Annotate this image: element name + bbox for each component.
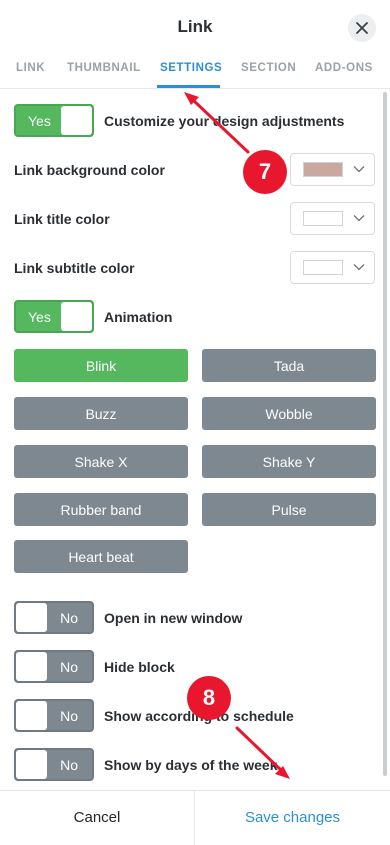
tab-link[interactable]: LINK [16,62,45,74]
link-bg-color-label: Link background color [14,162,165,178]
toggle-state-label: No [60,659,78,675]
save-changes-button[interactable]: Save changes [195,809,390,826]
animation-blink-button[interactable]: Blink [14,349,188,382]
customize-label: Customize your design adjustments [104,113,345,129]
link-subtitle-color-swatch [303,260,343,275]
chevron-down-icon [353,166,365,173]
animation-label: Animation [104,309,173,325]
link-title-color-swatch [303,211,343,226]
link-bg-color-swatch [303,162,343,177]
toggle-knob [16,701,47,730]
toggle-state-label: No [60,610,78,626]
toggle-state-label: Yes [28,309,51,325]
animation-toggle[interactable]: Yes [14,300,94,333]
annotation-badge-8: 8 [187,676,231,720]
chevron-down-icon [353,264,365,271]
tab-thumbnail[interactable]: THUMBNAIL [67,62,141,74]
days-of-week-toggle[interactable]: No [14,748,94,781]
animation-shake-x-button[interactable]: Shake X [14,445,188,478]
scrollbar-thumb[interactable] [383,92,387,776]
toggle-knob [61,302,92,331]
cancel-button[interactable]: Cancel [0,809,194,826]
customize-toggle[interactable]: Yes [14,104,94,137]
link-title-color-picker[interactable] [290,202,375,235]
dialog-footer: Cancel Save changes [0,790,390,845]
hide-block-label: Hide block [104,659,175,675]
tab-section[interactable]: SECTION [241,62,296,74]
toggle-state-label: Yes [28,113,51,129]
days-of-week-label: Show by days of the week [104,757,278,773]
tab-bar: LINK THUMBNAIL SETTINGS SECTION ADD-ONS [0,56,390,89]
animation-heart-beat-button[interactable]: Heart beat [14,540,188,573]
toggle-state-label: No [60,757,78,773]
animation-wobble-button[interactable]: Wobble [202,397,376,430]
animation-shake-y-button[interactable]: Shake Y [202,445,376,478]
hide-block-toggle[interactable]: No [14,650,94,683]
close-icon [356,22,368,34]
dialog-title: Link [177,17,213,36]
toggle-knob [16,603,47,632]
close-button[interactable] [348,14,376,42]
link-subtitle-color-picker[interactable] [290,251,375,284]
link-subtitle-color-label: Link subtitle color [14,260,135,276]
toggle-knob [61,106,92,135]
toggle-knob [16,750,47,779]
schedule-toggle[interactable]: No [14,699,94,732]
link-title-color-label: Link title color [14,211,110,227]
annotation-badge-7: 7 [243,150,287,194]
animation-buzz-button[interactable]: Buzz [14,397,188,430]
open-new-window-label: Open in new window [104,610,243,626]
animation-rubber-band-button[interactable]: Rubber band [14,493,188,526]
toggle-state-label: No [60,708,78,724]
toggle-knob [16,652,47,681]
animation-pulse-button[interactable]: Pulse [202,493,376,526]
link-bg-color-picker[interactable] [290,153,375,186]
tab-settings[interactable]: SETTINGS [160,62,222,74]
chevron-down-icon [353,215,365,222]
tab-add-ons[interactable]: ADD-ONS [315,62,373,74]
active-tab-indicator [157,85,220,88]
dialog-header: Link [0,0,390,56]
animation-tada-button[interactable]: Tada [202,349,376,382]
open-new-window-toggle[interactable]: No [14,601,94,634]
